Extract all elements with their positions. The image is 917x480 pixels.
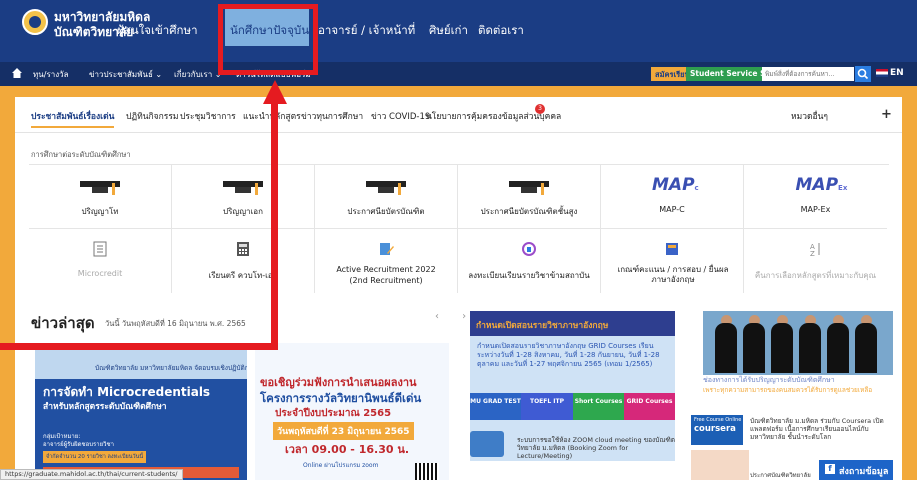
arrow-vertical <box>271 102 278 350</box>
grid-microcredit[interactable]: Microcredit <box>29 229 172 293</box>
news-date: วันนี้ วันพฤหัสบดีที่ 16 มิถุนายน พ.ศ. 2… <box>105 319 246 328</box>
university-logo-icon[interactable] <box>22 9 48 35</box>
graduation-cap-icon <box>80 179 120 195</box>
category-tab-conferences[interactable]: ประชุมวิชาการ <box>180 109 236 123</box>
grid-graduate-diploma[interactable]: ประกาศนียบัตรบัณฑิต <box>315 165 458 229</box>
card-line6: Online ผ่านโปรแกรม zoom <box>303 462 379 469</box>
grid-bachelor-master-doctoral[interactable]: เรียนตรี ควบโท-เอก <box>172 229 315 293</box>
category-tab-covid[interactable]: ข่าว COVID-19 <box>371 109 430 123</box>
sort-icon: AZ <box>810 243 819 257</box>
uk-flag-icon <box>876 68 888 77</box>
home-icon[interactable] <box>12 67 22 79</box>
announcement-text[interactable]: ประกาศบัณฑิตวิทยาลัย <box>750 470 811 480</box>
document-list-icon <box>93 241 107 257</box>
facebook-contact-button[interactable]: f ส่งถามข้อมูล <box>819 460 893 480</box>
subnav-about[interactable]: เกี่ยวกับเรา ⌄ <box>174 68 221 81</box>
calculator-icon <box>237 242 249 256</box>
map-c-logo-icon: MAPc <box>652 175 699 195</box>
nav-contact[interactable]: ติดต่อเรา <box>478 22 524 40</box>
category-tab-scholarships[interactable]: ข่าวทุนการศึกษา <box>301 109 363 123</box>
grid-map-ex[interactable]: MAPEx MAP-Ex <box>744 165 887 229</box>
edit-document-icon <box>380 243 394 255</box>
announcement-thumbnail[interactable] <box>691 450 749 480</box>
main-content: ประชาสัมพันธ์เรื่องเด่น ปฏิทินกิจกรรม ปร… <box>15 97 902 480</box>
zoom-booking-text[interactable]: ระบบการขอใช้ห้อง ZOOM cloud meeting ของบ… <box>517 436 677 460</box>
grid-active-recruitment[interactable]: Active Recruitment 2022 (2nd Recruitment… <box>315 229 458 293</box>
grid-program-finder[interactable]: AZ คืนการเลือกหลักสูตรที่เหมาะกับคุณ <box>744 229 887 293</box>
section-label: การศึกษาต่อระดับบัณฑิตศึกษา <box>31 150 131 159</box>
grid-map-c[interactable]: MAPc MAP-C <box>601 165 744 229</box>
notebook-icon <box>666 243 678 255</box>
graduation-cap-icon <box>509 179 549 195</box>
grid-doctoral-degree[interactable]: ปริญญาเอก <box>172 165 315 229</box>
status-bar-url: https://graduate.mahidol.ac.th/thai/curr… <box>0 469 183 480</box>
coursera-banner[interactable]: Free Course Online coursera <box>691 415 743 445</box>
grid-master-degree[interactable]: ปริญญาโท <box>29 165 172 229</box>
latest-news-title: ข่าวล่าสุด <box>31 314 95 332</box>
highlight-box <box>218 4 318 75</box>
grid-higher-graduate-diploma[interactable]: ประกาศนียบัตรบัณฑิตชั้นสูง <box>458 165 601 229</box>
svg-text:Z: Z <box>810 250 815 257</box>
nav-alumni[interactable]: ศิษย์เก่า <box>429 22 468 40</box>
toefl-itp-button[interactable]: TOEFL ITP <box>521 393 573 420</box>
grid-courses-button[interactable]: GRID Courses <box>624 393 675 420</box>
card-pill: จำกัดจำนวน 20 รายวิชา ลงทะเบียนวันนี้ <box>43 451 147 463</box>
news-card-thesis-award[interactable]: ขอเชิญร่วมฟังการนำเสนอผลงาน โครงการรางวั… <box>255 343 449 480</box>
panel-text: กำหนดเปิดสอนรายวิชาภาษาอังกฤษ GRID Cours… <box>477 342 660 368</box>
grid-english-criteria[interactable]: เกณฑ์คะแนน / การสอบ / ยื่นผลภาษาอังกฤษ <box>601 229 744 293</box>
network-icon <box>522 242 536 256</box>
arrow-horizontal <box>0 343 278 350</box>
card-line5: เวลา 09.00 - 16.30 น. <box>285 443 410 456</box>
card-target: อาจารย์ผู้รับผิดชอบรายวิชา <box>43 441 114 448</box>
graduation-photo[interactable] <box>703 311 893 375</box>
coursera-text[interactable]: บัณฑิตวิทยาลัย ม.มหิดล ร่วมกับ Coursera … <box>750 417 900 441</box>
subnav-awards[interactable]: ทุน/รางวัล <box>33 68 69 81</box>
search-input[interactable] <box>762 67 854 81</box>
graduation-subcaption: เพราะทุกความสามารถของคนสมควรได้รับการดูแ… <box>703 386 873 394</box>
panel-header: กำหนดเปิดสอนรายวิชาภาษาอังกฤษ <box>470 311 675 336</box>
qr-code-icon <box>415 463 439 480</box>
facebook-icon: f <box>825 464 835 474</box>
plus-icon[interactable]: + <box>881 107 892 122</box>
search-icon[interactable] <box>855 66 871 82</box>
nav-prospective-students[interactable]: ผู้สนใจเข้าศึกษา <box>117 22 198 40</box>
short-courses-button[interactable]: Short Courses <box>573 393 624 420</box>
zoom-meeting-icon[interactable] <box>470 431 504 457</box>
arrow-head <box>263 80 287 104</box>
language-switch[interactable]: EN <box>876 68 904 78</box>
nav-faculty-staff[interactable]: อาจารย์ / เจ้าหน้าที่ <box>318 22 415 40</box>
category-more[interactable]: หมวดอื่นๆ <box>791 109 828 123</box>
program-grid: ปริญญาโท ปริญญาเอก ประกาศนียบัตรบัณฑิต ป… <box>29 164 889 297</box>
divider <box>15 132 902 133</box>
card-subtitle: สำหรับหลักสูตรระดับบัณฑิตศึกษา <box>43 402 167 412</box>
site-header: มหาวิทยาลัยมหิดล บัณฑิตวิทยาลัย ผู้สนใจเ… <box>0 0 917 62</box>
secondary-nav: ทุน/รางวัล ข่าวประชาสัมพันธ์ ⌄ เกี่ยวกับ… <box>0 62 917 86</box>
graduation-cap-icon <box>366 179 406 195</box>
subnav-news[interactable]: ข่าวประชาสัมพันธ์ ⌄ <box>89 68 162 81</box>
notification-badge: 3 <box>535 104 545 114</box>
chevron-down-icon: ⌄ <box>155 70 163 79</box>
map-ex-logo-icon: MAPEx <box>795 175 848 195</box>
category-tab-featured[interactable]: ประชาสัมพันธ์เรื่องเด่น <box>31 109 115 128</box>
card-line3: ประจำปีงบประมาณ 2565 <box>275 408 392 419</box>
mu-grad-test-button[interactable]: MU GRAD TEST <box>470 393 521 420</box>
graduation-cap-icon <box>223 179 263 195</box>
grid-cross-institution[interactable]: ลงทะเบียนเรียนรายวิชาข้ามสถาบัน <box>458 229 601 293</box>
card-line1: ขอเชิญร่วมฟังการนำเสนอผลงาน <box>260 376 417 389</box>
category-tab-calendar[interactable]: ปฏิทินกิจกรรม <box>126 109 179 123</box>
news-card-microcredentials[interactable]: บัณฑิตวิทยาลัย มหาวิทยาลัยมหิดล จัดอบรมเ… <box>35 343 247 480</box>
card-line4: วันพฤหัสบดีที่ 23 มิถุนายน 2565 <box>273 422 414 440</box>
